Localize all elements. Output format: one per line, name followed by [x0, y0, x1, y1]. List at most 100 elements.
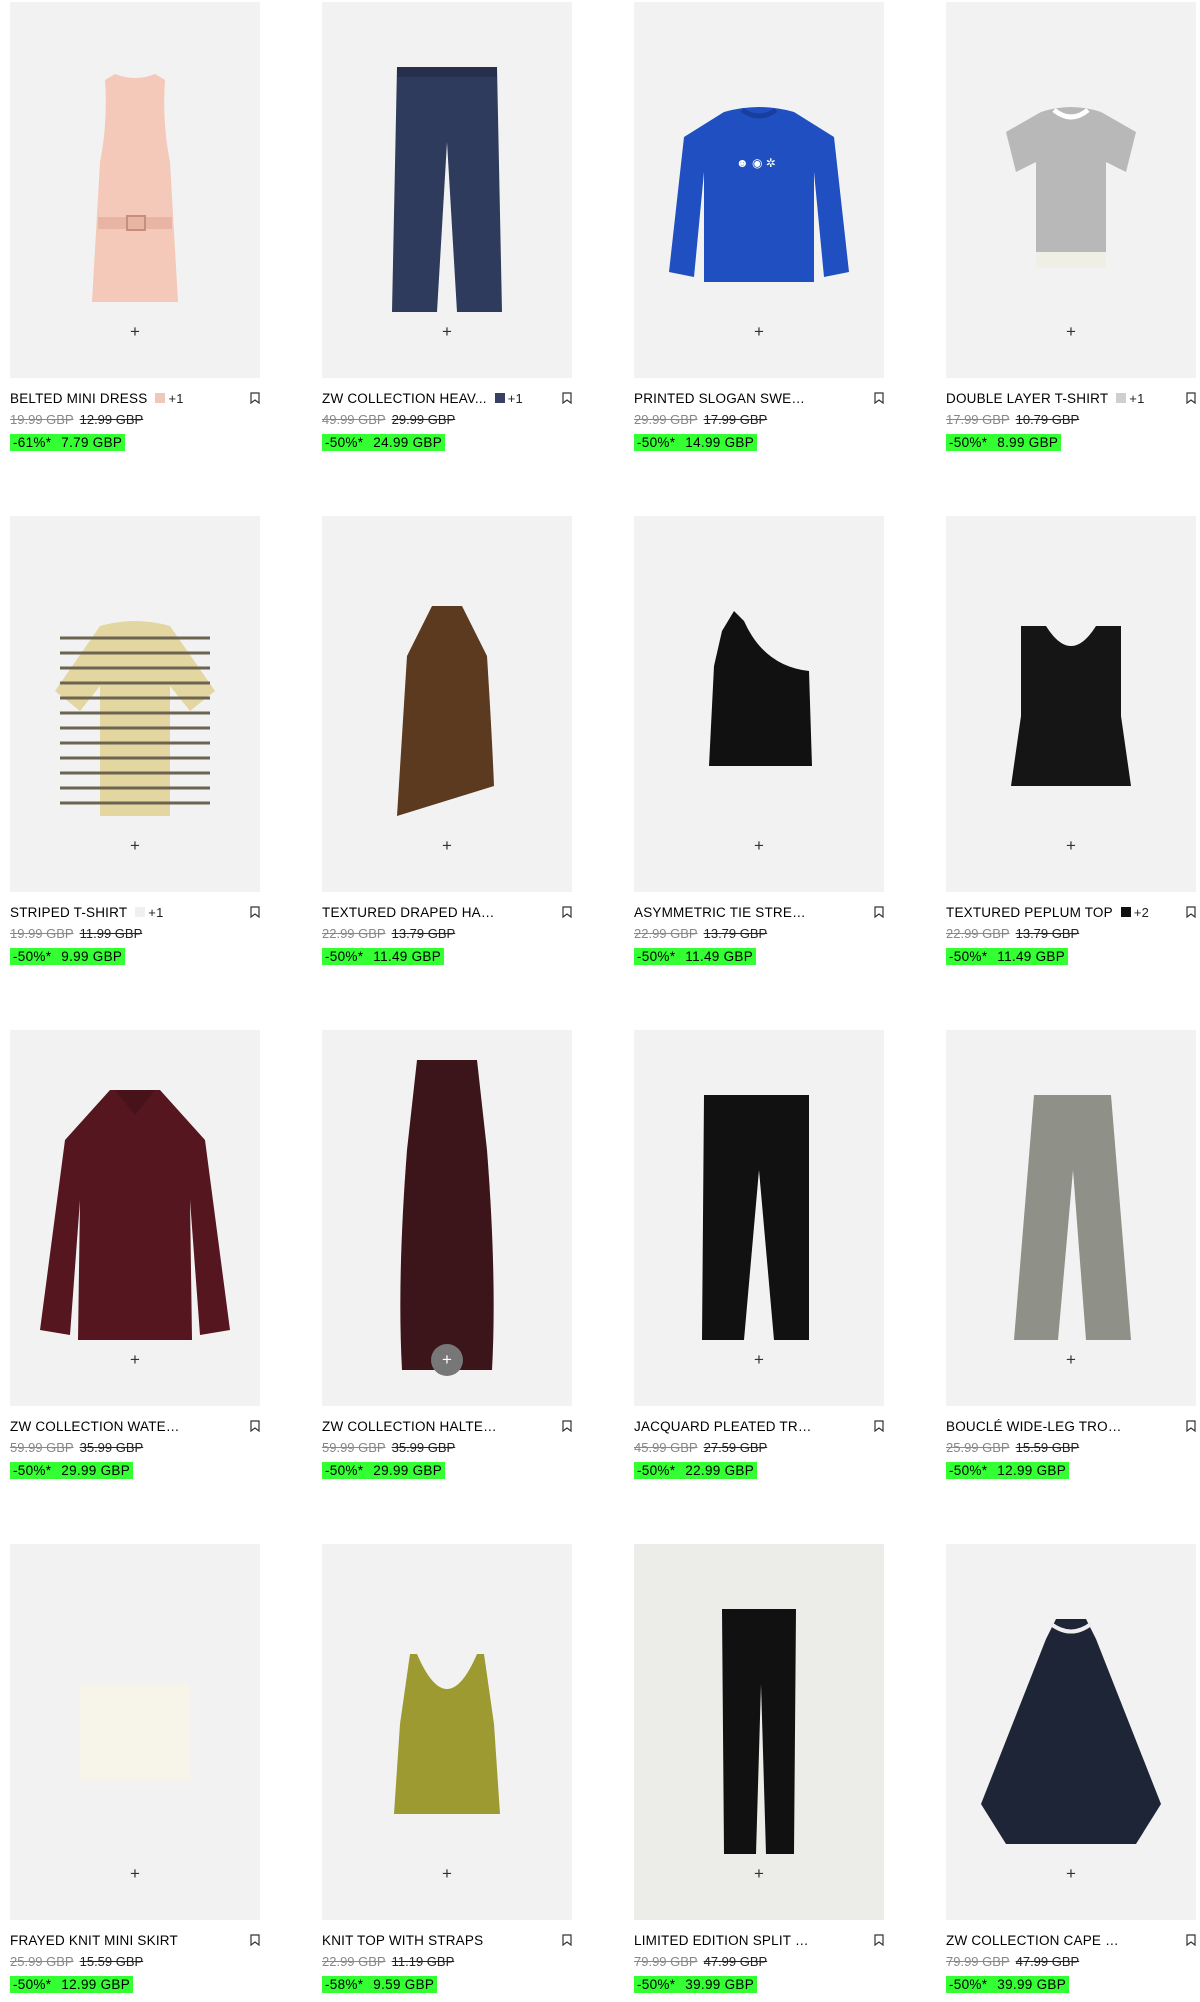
product-name[interactable]: ASYMMETRIC TIE STRETCH T... — [634, 905, 812, 920]
more-colors-count[interactable]: +1 — [168, 391, 183, 406]
product-image[interactable]: + — [10, 1544, 260, 1920]
product-image[interactable]: + — [322, 1030, 572, 1406]
product-card[interactable]: + ZW COLLECTION WATER-REP... 59.99 GBP 35.9… — [10, 1030, 260, 1479]
bookmark-icon[interactable] — [874, 906, 884, 918]
product-card[interactable]: ☻ ◉ ✲ + PRINTED SLOGAN SWEATSHI... 29.99 GB… — [634, 2, 884, 451]
bookmark-icon[interactable] — [874, 1934, 884, 1946]
plus-icon[interactable]: + — [123, 1348, 147, 1372]
product-card[interactable]: + BELTED MINI DRESS +1 19.99 GBP 12.99 GBP -6… — [10, 2, 260, 451]
product-name[interactable]: LIMITED EDITION SPLIT HEM ... — [634, 1933, 812, 1948]
product-name[interactable]: JACQUARD PLEATED TROUS... — [634, 1419, 812, 1434]
product-image[interactable]: + — [634, 516, 884, 892]
product-image[interactable]: + — [946, 2, 1196, 378]
plus-icon[interactable]: + — [1059, 1862, 1083, 1886]
product-card[interactable]: + BOUCLÉ WIDE-LEG TROUSERS 25.99 GBP 15.59 … — [946, 1030, 1196, 1479]
color-swatch[interactable] — [1116, 393, 1127, 403]
current-price: 8.99 GBP — [997, 435, 1059, 450]
current-price: 29.99 GBP — [373, 1463, 443, 1478]
color-swatch[interactable] — [1120, 907, 1131, 917]
bookmark-icon[interactable] — [1186, 906, 1196, 918]
product-image[interactable]: + — [322, 1544, 572, 1920]
product-card[interactable]: + ZW COLLECTION HALTER DR... 59.99 GBP 35.9… — [322, 1030, 572, 1479]
plus-icon[interactable]: + — [747, 1862, 771, 1886]
plus-icon[interactable]: + — [747, 834, 771, 858]
color-swatch[interactable] — [494, 393, 505, 403]
product-image[interactable]: + — [634, 1544, 884, 1920]
product-image[interactable]: + — [634, 1030, 884, 1406]
plus-icon[interactable]: + — [747, 320, 771, 344]
bookmark-icon[interactable] — [874, 1420, 884, 1432]
product-image[interactable]: + — [946, 1544, 1196, 1920]
product-name[interactable]: FRAYED KNIT MINI SKIRT — [10, 1933, 178, 1948]
bookmark-icon[interactable] — [1186, 392, 1196, 404]
plus-icon[interactable]: + — [431, 1344, 463, 1376]
plus-icon[interactable]: + — [1059, 320, 1083, 344]
product-name[interactable]: BELTED MINI DRESS — [10, 391, 147, 406]
more-colors-count[interactable]: +1 — [148, 905, 163, 920]
product-card[interactable]: + KNIT TOP WITH STRAPS 22.99 GBP 11.19 GBP -… — [322, 1544, 572, 1993]
product-name[interactable]: DOUBLE LAYER T-SHIRT — [946, 391, 1108, 406]
bookmark-icon[interactable] — [1186, 1420, 1196, 1432]
product-name[interactable]: ZW COLLECTION WATER-REP... — [10, 1419, 188, 1434]
color-swatch[interactable] — [155, 393, 166, 403]
product-image[interactable]: + — [946, 516, 1196, 892]
bookmark-icon[interactable] — [250, 1420, 260, 1432]
product-name[interactable]: ZW COLLECTION CAPE JACK... — [946, 1933, 1124, 1948]
product-card[interactable]: + ZW COLLECTION CAPE JACK... 79.99 GBP 47.9… — [946, 1544, 1196, 1993]
product-card[interactable]: + ASYMMETRIC TIE STRETCH T... 22.99 GBP 13.… — [634, 516, 884, 965]
product-card[interactable]: + TEXTURED PEPLUM TOP +2 22.99 GBP 13.79 GBP… — [946, 516, 1196, 965]
product-image[interactable]: + — [10, 1030, 260, 1406]
product-image[interactable]: + — [10, 516, 260, 892]
more-colors-count[interactable]: +1 — [1129, 391, 1144, 406]
bookmark-icon[interactable] — [562, 1934, 572, 1946]
plus-icon[interactable]: + — [1059, 834, 1083, 858]
product-info: JACQUARD PLEATED TROUS... 45.99 GBP 27.59 … — [634, 1418, 884, 1480]
sale-price-badge: -50%* 12.99 GBP — [10, 1976, 134, 1993]
product-name[interactable]: BOUCLÉ WIDE-LEG TROUSERS — [946, 1419, 1124, 1434]
product-name[interactable]: ZW COLLECTION HEAV... — [322, 391, 487, 406]
product-name[interactable]: STRIPED T-SHIRT — [10, 905, 127, 920]
bookmark-icon[interactable] — [250, 1934, 260, 1946]
product-info: DOUBLE LAYER T-SHIRT +1 17.99 GBP 10.79 GBP… — [946, 390, 1196, 452]
product-name[interactable]: PRINTED SLOGAN SWEATSHI... — [634, 391, 812, 406]
bookmark-icon[interactable] — [1186, 1934, 1196, 1946]
plus-icon[interactable]: + — [1059, 1348, 1083, 1372]
bookmark-icon[interactable] — [250, 906, 260, 918]
bookmark-icon[interactable] — [562, 392, 572, 404]
price-history: 22.99 GBP 13.79 GBP — [634, 926, 884, 942]
product-image[interactable]: + — [946, 1030, 1196, 1406]
product-card[interactable]: + FRAYED KNIT MINI SKIRT 25.99 GBP 15.59 GB… — [10, 1544, 260, 1993]
more-colors-count[interactable]: +1 — [508, 391, 523, 406]
product-name[interactable]: TEXTURED DRAPED HALTER ... — [322, 905, 500, 920]
plus-icon[interactable]: + — [747, 1348, 771, 1372]
product-image[interactable]: + — [322, 2, 572, 378]
plus-icon[interactable]: + — [435, 320, 459, 344]
plus-icon[interactable]: + — [435, 834, 459, 858]
product-image[interactable]: ☻ ◉ ✲ + — [634, 2, 884, 378]
plus-icon[interactable]: + — [123, 834, 147, 858]
plus-icon[interactable]: + — [123, 320, 147, 344]
product-name[interactable]: ZW COLLECTION HALTER DR... — [322, 1419, 500, 1434]
bookmark-icon[interactable] — [874, 392, 884, 404]
plus-icon[interactable]: + — [123, 1862, 147, 1886]
discount-percent: -50%* — [637, 1463, 676, 1478]
more-colors-count[interactable]: +2 — [1134, 905, 1149, 920]
bookmark-icon[interactable] — [562, 1420, 572, 1432]
bookmark-icon[interactable] — [562, 906, 572, 918]
product-card[interactable]: + DOUBLE LAYER T-SHIRT +1 17.99 GBP 10.79 GB… — [946, 2, 1196, 451]
plus-icon[interactable]: + — [435, 1862, 459, 1886]
product-card[interactable]: + STRIPED T-SHIRT +1 19.99 GBP 11.99 GBP -50%… — [10, 516, 260, 965]
product-image[interactable]: + — [10, 2, 260, 378]
product-card[interactable]: + TEXTURED DRAPED HALTER ... 22.99 GBP 13.7… — [322, 516, 572, 965]
product-card[interactable]: + LIMITED EDITION SPLIT HEM ... 79.99 GBP 4… — [634, 1544, 884, 1993]
product-card[interactable]: + ZW COLLECTION HEAV... +1 49.99 GBP 29.99 G… — [322, 2, 572, 451]
bookmark-icon[interactable] — [250, 392, 260, 404]
product-card[interactable]: + JACQUARD PLEATED TROUS... 45.99 GBP 27.59… — [634, 1030, 884, 1479]
product-name[interactable]: KNIT TOP WITH STRAPS — [322, 1933, 483, 1948]
product-image[interactable]: + — [322, 516, 572, 892]
sale-price-badge: -50%* 11.49 GBP — [322, 948, 445, 965]
product-info: STRIPED T-SHIRT +1 19.99 GBP 11.99 GBP -50%*… — [10, 904, 260, 966]
previous-price: 35.99 GBP — [79, 1440, 144, 1455]
product-name[interactable]: TEXTURED PEPLUM TOP — [946, 905, 1113, 920]
color-swatch[interactable] — [135, 907, 146, 917]
